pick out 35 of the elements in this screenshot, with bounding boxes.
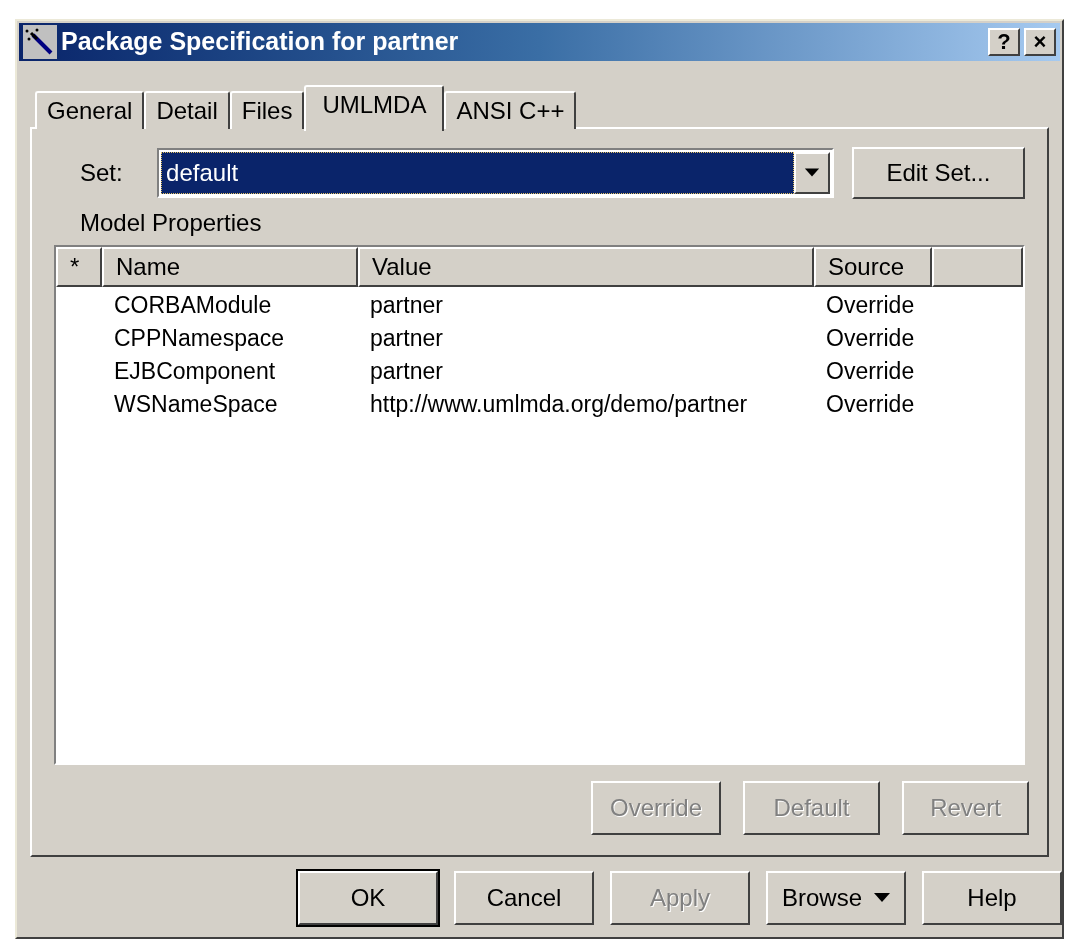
table-cell-text: partner (369, 291, 444, 321)
model-properties-label: Model Properties (80, 208, 263, 238)
table-cell-text: EJBComponent (113, 357, 277, 387)
tab[interactable]: General (35, 91, 145, 129)
table-cell-text: http://www.umlmda.org/demo/partner (369, 390, 749, 420)
table-cell-text: partner (369, 357, 444, 387)
set-value: default (161, 152, 794, 194)
table-cell-text: CORBAModule (113, 291, 273, 321)
table-cell-text: Override (825, 324, 916, 354)
button[interactable]: Browse (766, 871, 906, 925)
table-cell-text: Override (825, 291, 916, 321)
button[interactable]: Cancel (454, 871, 594, 925)
column-header[interactable]: Name (102, 247, 358, 287)
window-title: Package Specification for partner (61, 26, 460, 58)
table-cell-text: CPPNamespace (113, 324, 286, 354)
table-cell-text: Override (825, 357, 916, 387)
help-button[interactable]: ? (988, 28, 1020, 56)
tab[interactable]: Detail (144, 91, 230, 129)
table-cell-text: partner (369, 324, 444, 354)
caret-icon (874, 893, 890, 903)
close-button[interactable]: × (1024, 28, 1056, 56)
tab[interactable]: UMLMDA (304, 85, 445, 131)
set-dropdown[interactable]: default (157, 148, 834, 198)
table-cell-text: WSNameSpace (113, 390, 279, 420)
column-header[interactable]: * (56, 247, 102, 287)
column-header[interactable]: Value (358, 247, 814, 287)
column-header[interactable]: Source (814, 247, 932, 287)
set-label: Set: (79, 158, 124, 188)
table-cell-text: Override (825, 390, 916, 420)
tab[interactable]: ANSI C++ (444, 91, 577, 129)
button[interactable]: Help (922, 871, 1062, 925)
tab[interactable]: Files (229, 91, 305, 129)
magic-wand-icon (23, 25, 57, 59)
button[interactable]: OK (298, 871, 438, 925)
edit-set-button[interactable]: Edit Set... (851, 147, 1025, 199)
